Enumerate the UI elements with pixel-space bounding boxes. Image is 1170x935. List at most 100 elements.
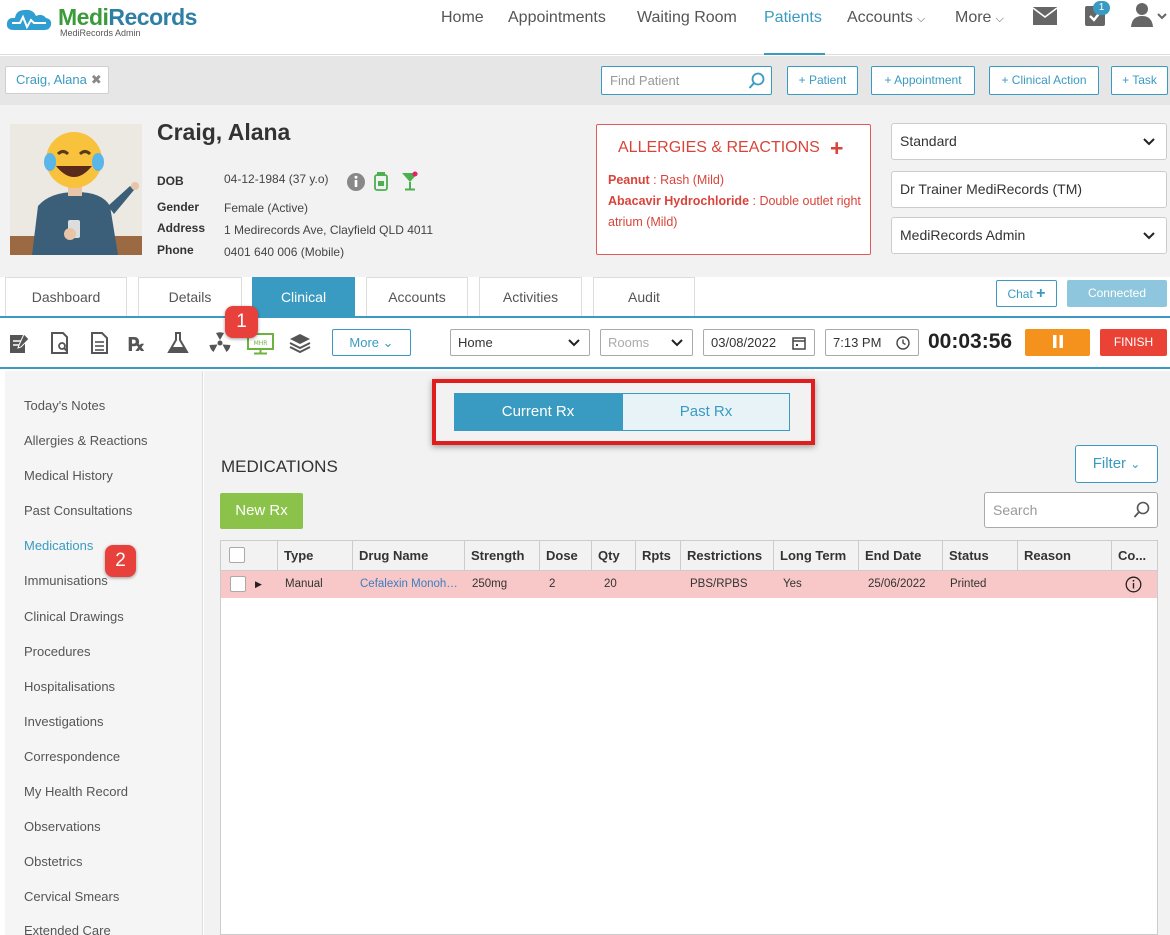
sidebar-item-immunisations[interactable]: Immunisations <box>24 573 108 588</box>
sidebar-item-obstetrics[interactable]: Obstetrics <box>24 854 83 869</box>
lab-flask-icon[interactable] <box>166 331 190 355</box>
doctor-value: Dr Trainer MediRecords (TM) <box>900 181 1083 197</box>
doctor-field[interactable]: Dr Trainer MediRecords (TM) <box>891 171 1167 208</box>
add-clinical-action-button[interactable]: + Clinical Action <box>989 66 1099 95</box>
medication-search-input[interactable]: Search <box>984 492 1158 528</box>
consult-timer: 00:03:56 <box>928 330 1013 353</box>
chat-button[interactable]: Chat + <box>996 280 1057 307</box>
tab-accounts[interactable]: Accounts <box>366 277 468 316</box>
date-value: 03/08/2022 <box>711 335 777 350</box>
nav-accounts[interactable]: Accounts ⌵ <box>847 8 925 48</box>
layers-icon[interactable] <box>288 331 312 355</box>
column-header[interactable]: Type <box>278 541 353 571</box>
billing-type-value: Standard <box>900 133 957 149</box>
chevron-down-icon <box>670 330 684 363</box>
document-search-icon[interactable] <box>48 331 72 355</box>
sidebar-item-todays-notes[interactable]: Today's Notes <box>24 398 105 413</box>
date-input[interactable]: 03/08/2022 <box>703 329 815 356</box>
brand-logo[interactable]: MediRecords <box>58 4 197 31</box>
cell-drug-name[interactable]: Cefalexin Monoh… <box>353 571 465 598</box>
sidebar-item-past-consultations[interactable]: Past Consultations <box>24 503 132 518</box>
tab-audit[interactable]: Audit <box>593 277 695 316</box>
add-task-button[interactable]: + Task <box>1111 66 1168 95</box>
patient-photo <box>10 124 142 255</box>
search-icon[interactable] <box>1133 501 1151 519</box>
location-select[interactable]: Home <box>450 329 590 356</box>
sidebar-item-cervical-smears[interactable]: Cervical Smears <box>24 889 119 904</box>
sidebar-item-medical-history[interactable]: Medical History <box>24 468 113 483</box>
add-allergy-icon[interactable]: + <box>830 135 843 162</box>
column-header[interactable]: Dose <box>540 541 592 571</box>
filter-button[interactable]: Filter ⌄ <box>1075 445 1158 483</box>
gender-label: Gender <box>157 200 200 214</box>
mail-icon[interactable] <box>1032 5 1058 27</box>
sidebar-item-hospitalisations[interactable]: Hospitalisations <box>24 679 115 694</box>
find-patient-input[interactable]: Find Patient <box>601 66 772 95</box>
billing-type-select[interactable]: Standard <box>891 123 1167 160</box>
column-header[interactable]: Status <box>943 541 1018 571</box>
expand-row-icon[interactable]: ▶ <box>255 571 262 598</box>
sidebar-item-investigations[interactable]: Investigations <box>24 714 104 729</box>
column-header[interactable]: Qty <box>592 541 636 571</box>
user-select[interactable]: MediRecords Admin <box>891 217 1167 254</box>
nav-accounts-label: Accounts <box>847 9 913 26</box>
row-checkbox[interactable] <box>230 576 246 592</box>
connected-status[interactable]: Connected <box>1067 280 1167 307</box>
smoking-icon[interactable] <box>373 171 389 191</box>
find-patient-placeholder: Find Patient <box>610 73 680 88</box>
tab-dashboard[interactable]: Dashboard <box>5 277 127 316</box>
sidebar-item-correspondence[interactable]: Correspondence <box>24 749 120 764</box>
open-patient-tab[interactable]: Craig, Alana ✖ <box>5 66 109 94</box>
column-header[interactable]: Co... <box>1112 541 1157 571</box>
rooms-select[interactable]: Rooms <box>600 329 693 356</box>
more-tools-button[interactable]: More ⌄ <box>332 329 411 356</box>
user-avatar-icon[interactable] <box>1131 2 1167 28</box>
info-icon[interactable] <box>346 172 366 192</box>
new-rx-button[interactable]: New Rx <box>220 493 303 529</box>
document-icon[interactable] <box>87 331 111 355</box>
prescription-rx-icon[interactable]: ℞ <box>127 331 151 355</box>
add-appointment-button[interactable]: + Appointment <box>871 66 975 95</box>
nav-appointments[interactable]: Appointments <box>508 8 606 48</box>
nav-waiting-room[interactable]: Waiting Room <box>637 8 737 48</box>
clock-icon[interactable] <box>896 336 910 350</box>
tab-clinical[interactable]: Clinical <box>252 277 355 316</box>
cell-rpts <box>636 571 681 598</box>
sidebar-item-my-health-record[interactable]: My Health Record <box>24 784 128 799</box>
nav-patients[interactable]: Patients <box>764 8 825 55</box>
column-header[interactable]: Strength <box>465 541 540 571</box>
medications-title: MEDICATIONS <box>221 457 338 476</box>
gender-value: Female (Active) <box>224 201 309 215</box>
select-all-checkbox[interactable] <box>229 547 245 563</box>
sidebar-item-extended-care[interactable]: Extended Care <box>24 923 111 935</box>
tab-activities[interactable]: Activities <box>479 277 582 316</box>
rooms-placeholder: Rooms <box>608 335 650 350</box>
nav-more[interactable]: More ⌵ <box>955 8 1004 48</box>
finish-button[interactable]: FINISH <box>1100 329 1167 356</box>
search-placeholder: Search <box>993 502 1038 518</box>
close-icon[interactable]: ✖ <box>91 72 102 87</box>
sidebar-item-observations[interactable]: Observations <box>24 819 101 834</box>
sidebar-item-medications[interactable]: Medications <box>24 538 93 553</box>
alcohol-icon[interactable] <box>400 171 420 191</box>
column-header[interactable]: Restrictions <box>681 541 774 571</box>
sidebar-item-procedures[interactable]: Procedures <box>24 644 90 659</box>
sidebar-item-clinical-drawings[interactable]: Clinical Drawings <box>24 609 124 624</box>
select-all-header <box>221 541 278 571</box>
add-patient-button[interactable]: + Patient <box>787 66 858 95</box>
column-header[interactable]: End Date <box>859 541 943 571</box>
notes-icon[interactable] <box>7 331 31 355</box>
column-header[interactable]: Long Term <box>774 541 859 571</box>
nav-home[interactable]: Home <box>441 8 484 48</box>
calendar-icon[interactable] <box>792 336 806 350</box>
sidebar-item-allergies[interactable]: Allergies & Reactions <box>24 433 148 448</box>
allergies-panel: ALLERGIES & REACTIONS + Peanut : Rash (M… <box>596 124 871 255</box>
time-input[interactable]: 7:13 PM <box>825 329 919 356</box>
pause-button[interactable] <box>1025 329 1090 356</box>
info-icon[interactable] <box>1125 576 1142 593</box>
column-header[interactable]: Rpts <box>636 541 681 571</box>
search-icon[interactable] <box>748 72 766 90</box>
column-header[interactable]: Drug Name <box>353 541 465 571</box>
svg-text:MHR: MHR <box>254 340 268 347</box>
column-header[interactable]: Reason <box>1018 541 1112 571</box>
